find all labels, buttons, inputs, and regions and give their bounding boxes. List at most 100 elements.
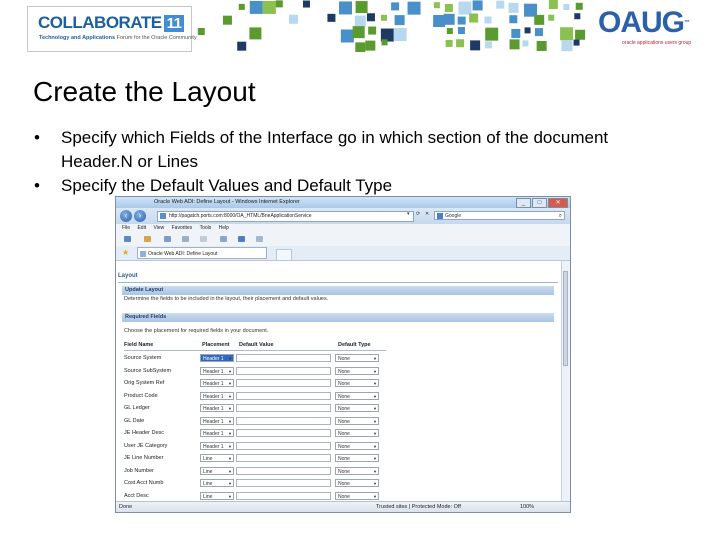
- stop-icon[interactable]: ✕: [425, 211, 429, 217]
- print-icon[interactable]: [164, 236, 171, 242]
- search-input[interactable]: Google ⌕: [434, 211, 565, 220]
- vertical-scrollbar[interactable]: [561, 261, 570, 501]
- maximize-button[interactable]: □: [532, 198, 547, 208]
- mosaic-tile: [548, 14, 555, 21]
- placement-select[interactable]: Header 1: [200, 416, 234, 426]
- placement-select[interactable]: Header 1: [200, 354, 234, 363]
- mosaic-tile: [548, 0, 558, 10]
- zoom-level[interactable]: 100%: [520, 502, 534, 512]
- default-type-select[interactable]: None: [335, 379, 379, 388]
- default-value-input[interactable]: [236, 354, 331, 362]
- default-type-select[interactable]: None: [335, 404, 379, 413]
- new-tab-button[interactable]: [276, 249, 292, 261]
- field-name: JE Header Desc: [124, 430, 165, 436]
- default-value-input[interactable]: [236, 404, 331, 412]
- menu-edit[interactable]: Edit: [137, 225, 146, 231]
- window-title: Oracle Web ADI: Define Layout - Windows …: [154, 199, 300, 205]
- refresh-icon[interactable]: ⟳: [416, 211, 420, 217]
- mosaic-tile: [563, 3, 570, 10]
- mosaic-tile: [457, 16, 466, 25]
- placement-select[interactable]: Line: [200, 454, 234, 463]
- mosaic-tile: [197, 28, 205, 36]
- default-value-input[interactable]: [236, 454, 331, 462]
- oaug-logo: OAUG™: [598, 6, 690, 39]
- feeds-icon[interactable]: [144, 236, 151, 242]
- default-value-input[interactable]: [236, 379, 331, 387]
- favorites-star-icon[interactable]: ★: [122, 248, 129, 257]
- minimize-button[interactable]: _: [516, 198, 531, 208]
- default-value-input[interactable]: [236, 416, 331, 425]
- menu-help[interactable]: Help: [219, 225, 229, 231]
- field-name: Source SubSystem: [124, 367, 172, 374]
- research-icon[interactable]: [256, 236, 263, 242]
- mosaic-tile: [509, 15, 518, 24]
- menu-view[interactable]: View: [153, 225, 164, 231]
- mosaic-tile: [407, 1, 421, 15]
- mosaic-tile: [561, 40, 573, 52]
- default-type-select[interactable]: None: [335, 466, 379, 476]
- command-toolbar: [116, 233, 570, 247]
- mail-icon[interactable]: [182, 236, 189, 242]
- default-type-select[interactable]: None: [335, 391, 379, 401]
- default-value-input[interactable]: [236, 429, 331, 437]
- status-bar: Done Trusted sites | Protected Mode: Off…: [116, 501, 570, 512]
- decorative-mosaic: [197, 0, 586, 52]
- collaborate-logo-tagline: Technology and Applications Forum for th…: [39, 35, 197, 41]
- collaborate-logo: COLLABORATE 11 Technology and Application…: [27, 6, 197, 52]
- mosaic-tile: [534, 28, 543, 37]
- slide-title: Create the Layout: [33, 76, 256, 107]
- placement-select[interactable]: Header 1: [200, 441, 234, 451]
- placement-select[interactable]: Line: [200, 479, 234, 488]
- search-icon[interactable]: ⌕: [559, 212, 562, 221]
- menu-tools[interactable]: Tools: [200, 225, 212, 231]
- default-type-select[interactable]: None: [335, 454, 379, 463]
- address-dropdown-icon[interactable]: ▾: [407, 211, 410, 217]
- default-type-select[interactable]: None: [335, 479, 379, 488]
- menu-favorites[interactable]: Favorites: [172, 225, 193, 231]
- default-value-input[interactable]: [236, 441, 331, 450]
- default-type-select[interactable]: None: [335, 441, 379, 451]
- default-value-input[interactable]: [236, 366, 331, 375]
- placement-select[interactable]: Header 1: [200, 404, 234, 413]
- mosaic-tile: [249, 27, 262, 40]
- tools-icon[interactable]: [220, 236, 227, 242]
- page-icon: [160, 213, 166, 219]
- mosaic-tile: [469, 13, 479, 23]
- default-value-input[interactable]: [236, 491, 331, 500]
- forward-icon[interactable]: ›: [134, 210, 146, 222]
- placement-select[interactable]: Header 1: [200, 391, 234, 401]
- address-input[interactable]: http://pagatch.ports.com:8000/OA_HTML/Bn…: [157, 211, 414, 222]
- back-icon[interactable]: ‹: [120, 210, 132, 222]
- bullet-item: Specify the Default Values and Default T…: [34, 174, 674, 198]
- home-icon[interactable]: [124, 236, 131, 242]
- tab-define-layout[interactable]: Oracle Web ADI: Define Layout: [137, 247, 267, 259]
- placement-select[interactable]: Header 1: [200, 366, 234, 376]
- default-type-select[interactable]: None: [335, 491, 379, 501]
- menu-file[interactable]: File: [122, 225, 130, 231]
- default-value-input[interactable]: [236, 391, 331, 400]
- placement-select[interactable]: Line: [200, 491, 234, 501]
- mosaic-tile: [446, 28, 453, 35]
- default-type-select[interactable]: None: [335, 366, 379, 376]
- default-type-select[interactable]: None: [335, 416, 379, 426]
- default-value-input[interactable]: [236, 466, 331, 475]
- placement-select[interactable]: Header 1: [200, 429, 234, 438]
- placement-select[interactable]: Header 1: [200, 379, 234, 388]
- address-bar-row: ‹ › http://pagatch.ports.com:8000/OA_HTM…: [116, 208, 570, 224]
- field-name: Cost Acct Numb: [124, 480, 164, 486]
- default-type-select[interactable]: None: [335, 429, 379, 438]
- mosaic-tile: [524, 27, 531, 34]
- field-name: User JE Category: [124, 442, 168, 449]
- table-row: Product Code Header 1 None: [116, 391, 561, 404]
- mosaic-tile: [237, 41, 247, 51]
- section-update-layout: Update Layout: [122, 286, 554, 295]
- default-type-select[interactable]: None: [335, 354, 379, 363]
- close-button[interactable]: ✕: [548, 198, 568, 208]
- default-value-input[interactable]: [236, 479, 331, 487]
- help-icon[interactable]: [238, 236, 245, 242]
- placement-select[interactable]: Line: [200, 466, 234, 476]
- table-row: User JE Category Header 1 None: [116, 441, 561, 454]
- field-name: Product Code: [124, 392, 158, 399]
- page-menu-icon[interactable]: [200, 236, 207, 242]
- scroll-thumb[interactable]: [563, 271, 568, 366]
